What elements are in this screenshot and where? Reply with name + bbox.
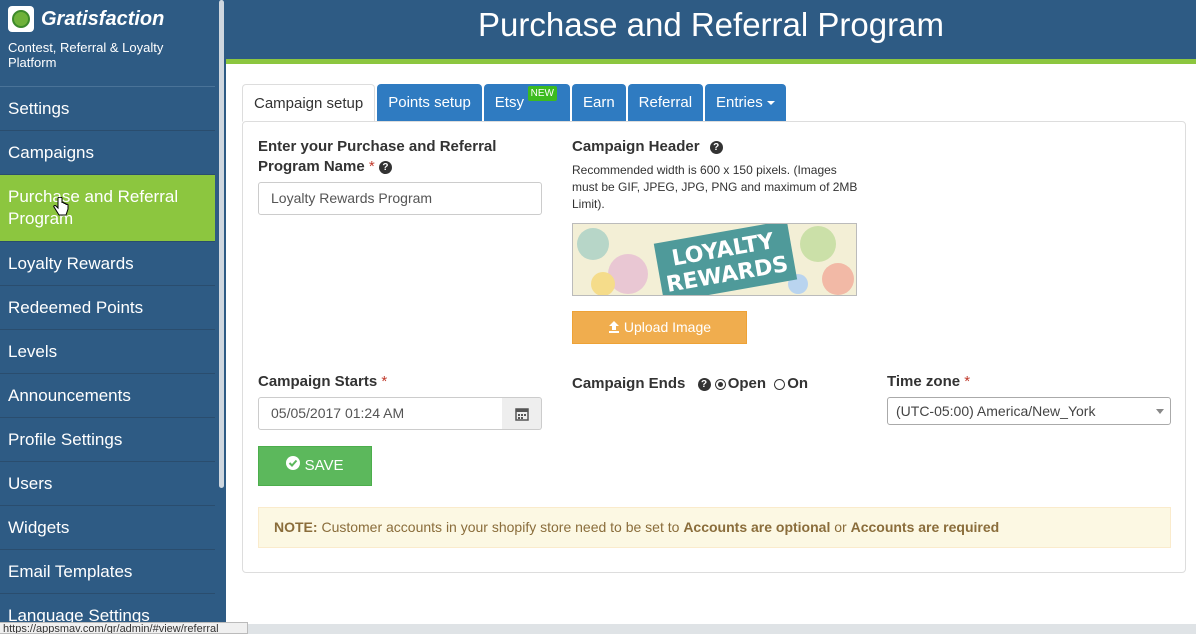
sidebar-item-settings[interactable]: Settings	[0, 87, 215, 131]
brand-name: Gratisfaction	[41, 7, 165, 30]
campaign-ends-label: Campaign Ends	[572, 375, 686, 392]
upload-image-button[interactable]: Upload Image	[572, 311, 747, 344]
help-icon[interactable]: ?	[697, 377, 711, 391]
note-prefix: NOTE:	[274, 519, 318, 535]
help-icon[interactable]: ?	[378, 160, 392, 174]
tab-label: Points setup	[388, 94, 471, 111]
tab-campaign-setup[interactable]: Campaign setup	[242, 84, 376, 122]
upload-label: Upload Image	[623, 319, 712, 335]
page-title: Purchase and Referral Program	[226, 0, 1196, 64]
sidebar-item-widgets[interactable]: Widgets	[0, 506, 215, 550]
sidebar: Gratisfaction Contest, Referral & Loyalt…	[0, 0, 215, 634]
chevron-down-icon	[1156, 409, 1164, 414]
new-badge: NEW	[527, 86, 557, 101]
brand: Gratisfaction Contest, Referral & Loyalt…	[0, 0, 215, 87]
caret-down-icon	[766, 101, 775, 106]
sidebar-item-loyalty-rewards[interactable]: Loyalty Rewards	[0, 242, 215, 286]
tab-referral[interactable]: Referral	[627, 84, 704, 122]
timezone-select[interactable]: (UTC-05:00) America/New_York	[887, 397, 1171, 425]
tab-points-setup[interactable]: Points setup	[377, 84, 482, 122]
ends-open-radio[interactable]	[714, 378, 726, 390]
save-button[interactable]: SAVE	[258, 446, 372, 486]
campaign-header-hint: Recommended width is 600 x 150 pixels. (…	[572, 163, 858, 211]
tab-label: Earn	[582, 94, 615, 111]
sidebar-item-purchase-referral[interactable]: Purchase and Referral Program	[0, 175, 215, 242]
note-text: or	[830, 519, 851, 535]
note-option-required: Accounts are required	[850, 519, 1000, 535]
help-icon[interactable]: ?	[709, 140, 723, 154]
sidebar-item-profile-settings[interactable]: Profile Settings	[0, 418, 215, 462]
status-bar-url: https://appsmav.com/gr/admin/#view/refer…	[0, 622, 248, 634]
logo-icon	[8, 6, 34, 32]
hand-cursor-icon	[52, 196, 70, 225]
calendar-icon[interactable]	[502, 397, 542, 430]
sidebar-item-announcements[interactable]: Announcements	[0, 374, 215, 418]
campaign-header-label: Campaign Header ?	[572, 137, 723, 157]
campaign-starts-label: Campaign Starts *	[258, 373, 388, 390]
sidebar-scrollbar[interactable]	[218, 0, 226, 634]
sidebar-item-campaigns[interactable]: Campaigns	[0, 131, 215, 175]
check-circle-icon	[286, 447, 301, 485]
sidebar-item-users[interactable]: Users	[0, 462, 215, 506]
shopify-note: NOTE: Customer accounts in your shopify …	[258, 507, 1171, 548]
tab-earn[interactable]: Earn	[571, 84, 626, 122]
timezone-value: (UTC-05:00) America/New_York	[896, 403, 1096, 419]
tab-label: Campaign setup	[254, 95, 364, 112]
program-name-label: Enter your Purchase and Referral Program…	[258, 138, 497, 175]
sidebar-item-email-templates[interactable]: Email Templates	[0, 550, 215, 594]
save-label: SAVE	[304, 457, 344, 474]
campaign-header-image: LOYALTY REWARDS	[572, 223, 857, 296]
tab-entries[interactable]: Entries	[705, 84, 786, 122]
ends-open-label: Open	[727, 375, 767, 392]
timezone-label: Time zone *	[887, 373, 971, 390]
tab-label: Etsy	[494, 94, 524, 111]
bottom-scrollbar[interactable]	[248, 624, 1196, 634]
campaign-ends-group: Campaign Ends ? Open On	[572, 374, 808, 394]
upload-icon	[608, 313, 620, 344]
note-text: Customer accounts in your shopify store …	[317, 519, 684, 535]
tab-bar: Campaign setup Points setup Etsy NEW Ear…	[242, 84, 788, 122]
tab-etsy[interactable]: Etsy NEW	[483, 84, 570, 122]
brand-tagline: Contest, Referral & Loyalty Platform	[8, 40, 164, 70]
ends-on-label: On	[787, 375, 809, 392]
note-option-optional: Accounts are optional	[683, 519, 831, 535]
tab-label: Referral	[638, 94, 693, 111]
tab-label: Entries	[716, 94, 763, 111]
campaign-starts-input[interactable]: 05/05/2017 01:24 AM	[258, 397, 503, 430]
sidebar-item-redeemed-points[interactable]: Redeemed Points	[0, 286, 215, 330]
sidebar-item-levels[interactable]: Levels	[0, 330, 215, 374]
ends-on-radio[interactable]	[774, 378, 786, 390]
program-name-input[interactable]: Loyalty Rewards Program	[258, 182, 542, 215]
